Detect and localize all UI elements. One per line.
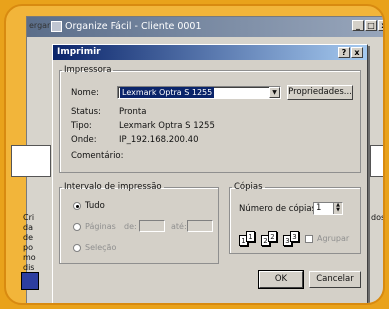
minimize-button[interactable]: _ [352,20,364,31]
properties-button[interactable]: Propriedades... [287,85,353,100]
help-button[interactable]: ? [338,47,350,58]
collate-page-icon: 1 [246,231,255,242]
printer-name-value: Lexmark Optra S 1255 [120,87,215,98]
print-dialog: Imprimir ? x Impressora Nome: Lexmark Op… [52,44,368,303]
type-value: Lexmark Optra S 1255 [119,121,215,131]
right-text: dos [371,213,385,222]
cancel-button[interactable]: Cancelar [309,271,361,288]
background-window-titlebar: ergar Organize Fácil - Cliente 0001 _ □ … [27,17,383,37]
chevron-down-icon[interactable]: ▼ [269,87,280,98]
background-window-title-prefix: ergar [29,21,51,30]
range-to-label: até: [171,222,187,231]
print-range-legend: Intervalo de impressão [64,182,162,192]
comment-label: Comentário: [71,151,124,161]
maximize-button[interactable]: □ [365,20,377,31]
dialog-close-button[interactable]: x [351,47,363,58]
photo-frame: ergar Organize Fácil - Cliente 0001 _ □ … [4,4,385,305]
copies-group: Cópias [229,182,361,254]
where-label: Onde: [71,135,97,145]
collate-checkbox[interactable] [305,235,313,243]
printer-group-legend: Impressora [64,65,112,75]
printer-name-combo[interactable]: Lexmark Optra S 1255 ▼ [117,86,281,99]
range-from-input[interactable] [139,220,165,232]
where-value: IP_192.168.200.40 [119,135,199,145]
range-selection-radio[interactable] [73,244,81,252]
print-dialog-title: Imprimir [57,47,101,57]
range-to-input[interactable] [187,220,213,232]
range-selection-label: Seleção [85,243,117,252]
range-pages-radio[interactable] [73,223,81,231]
range-pages-label: Páginas [85,222,116,231]
copies-count-spinner[interactable]: 1 ▲ ▼ [313,202,343,215]
collate-page-icon: 2 [268,231,277,242]
right-panel-box [370,145,383,177]
print-dialog-titlebar: Imprimir ? x [53,45,367,60]
printer-name-label: Nome: [71,88,99,98]
collate-label: Agrupar [317,234,350,243]
ok-button[interactable]: OK [258,270,304,289]
bottom-app-icon[interactable] [21,272,39,290]
close-button[interactable]: x [378,20,383,31]
copies-count-value: 1 [316,203,322,213]
range-all-label: Tudo [85,201,105,211]
status-value: Pronta [119,107,147,117]
background-window-title: Organize Fácil - Cliente 0001 [65,21,202,32]
collate-page-icon: 3 [290,231,299,242]
copies-legend: Cópias [234,182,263,192]
status-label: Status: [71,107,101,117]
range-all-radio[interactable] [73,202,81,210]
spin-arrows-icon[interactable]: ▲ ▼ [333,203,342,214]
copies-count-label: Número de cópias: [239,204,319,214]
app-icon [51,21,62,32]
left-panel-box [11,145,51,177]
range-from-label: de: [124,222,137,231]
type-label: Tipo: [71,121,92,131]
